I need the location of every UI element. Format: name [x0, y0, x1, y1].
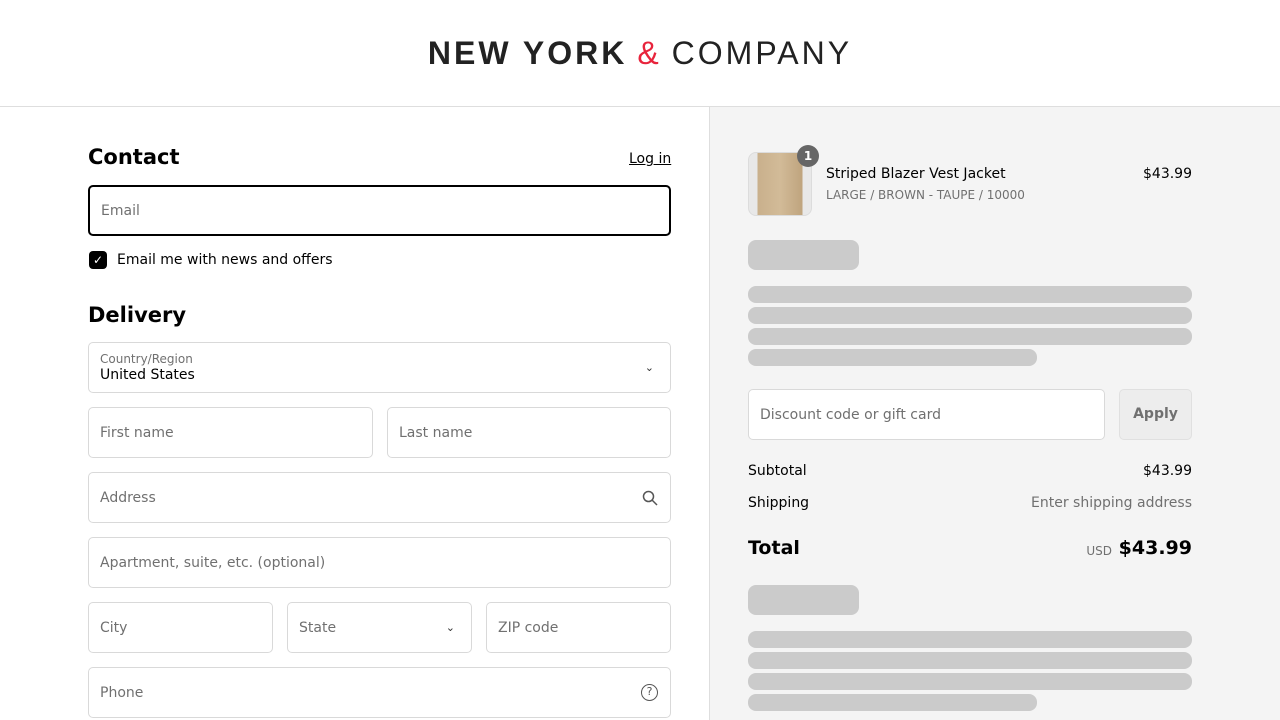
shipping-label: Shipping: [748, 495, 810, 511]
phone-placeholder: Phone: [100, 684, 144, 701]
first-name-input[interactable]: First name: [88, 407, 373, 458]
total-value: $43.99: [1118, 537, 1192, 559]
apartment-input[interactable]: Apartment, suite, etc. (optional): [88, 537, 671, 588]
loading-skeleton: [748, 652, 1192, 669]
loading-skeleton: [748, 286, 1192, 303]
chevron-down-icon: ⌄: [644, 361, 654, 374]
country-select[interactable]: Country/Region United States ⌄: [88, 342, 671, 393]
product-variant: LARGE / BROWN - TAUPE / 10000: [826, 188, 1025, 202]
contact-heading: Contact: [88, 145, 180, 169]
address-placeholder: Address: [100, 489, 156, 506]
subtotal-label: Subtotal: [748, 463, 807, 479]
discount-input[interactable]: Discount code or gift card: [748, 389, 1105, 440]
state-placeholder: State: [299, 619, 337, 636]
newsletter-label: Email me with news and offers: [117, 252, 333, 268]
logo-ampersand: &: [637, 34, 662, 71]
shipping-value: Enter shipping address: [1031, 495, 1192, 511]
loading-skeleton: [748, 349, 1037, 366]
search-icon: [642, 490, 658, 506]
loading-skeleton: [748, 631, 1192, 648]
country-value: United States: [100, 367, 195, 383]
quantity-badge: 1: [797, 145, 819, 167]
checkout-form: Contact Log in Email ✓ Email me with new…: [0, 107, 710, 720]
city-input[interactable]: City: [88, 602, 273, 653]
subtotal-value: $43.99: [1143, 463, 1192, 479]
loading-skeleton: [748, 307, 1192, 324]
state-select[interactable]: State ⌄: [287, 602, 472, 653]
last-name-input[interactable]: Last name: [387, 407, 671, 458]
logo-text-light: COMPANY: [671, 34, 853, 71]
help-icon[interactable]: ?: [641, 684, 658, 701]
login-link[interactable]: Log in: [629, 151, 671, 167]
logo-text-bold: NEW YORK: [427, 34, 628, 71]
loading-skeleton: [748, 240, 859, 270]
apply-button[interactable]: Apply: [1119, 389, 1192, 440]
product-name: Striped Blazer Vest Jacket: [826, 166, 1006, 182]
chevron-down-icon: ⌄: [445, 621, 455, 634]
brand-logo[interactable]: NEW YORK & COMPANY: [428, 35, 852, 72]
loading-skeleton: [748, 673, 1192, 690]
header: NEW YORK & COMPANY: [0, 0, 1280, 107]
loading-skeleton: [748, 585, 859, 615]
zip-input[interactable]: ZIP code: [486, 602, 671, 653]
newsletter-checkbox[interactable]: ✓: [89, 251, 107, 269]
delivery-heading: Delivery: [88, 303, 187, 327]
address-input[interactable]: Address: [88, 472, 671, 523]
loading-skeleton: [748, 328, 1192, 345]
phone-input[interactable]: Phone ?: [88, 667, 671, 718]
loading-skeleton: [748, 694, 1037, 711]
currency-code: USD: [1086, 544, 1112, 558]
order-summary: 1 Striped Blazer Vest Jacket LARGE / BRO…: [710, 107, 1280, 720]
total-label: Total: [748, 537, 800, 559]
email-input[interactable]: Email: [88, 185, 671, 236]
product-price: $43.99: [1143, 166, 1192, 182]
country-label: Country/Region: [100, 352, 193, 366]
